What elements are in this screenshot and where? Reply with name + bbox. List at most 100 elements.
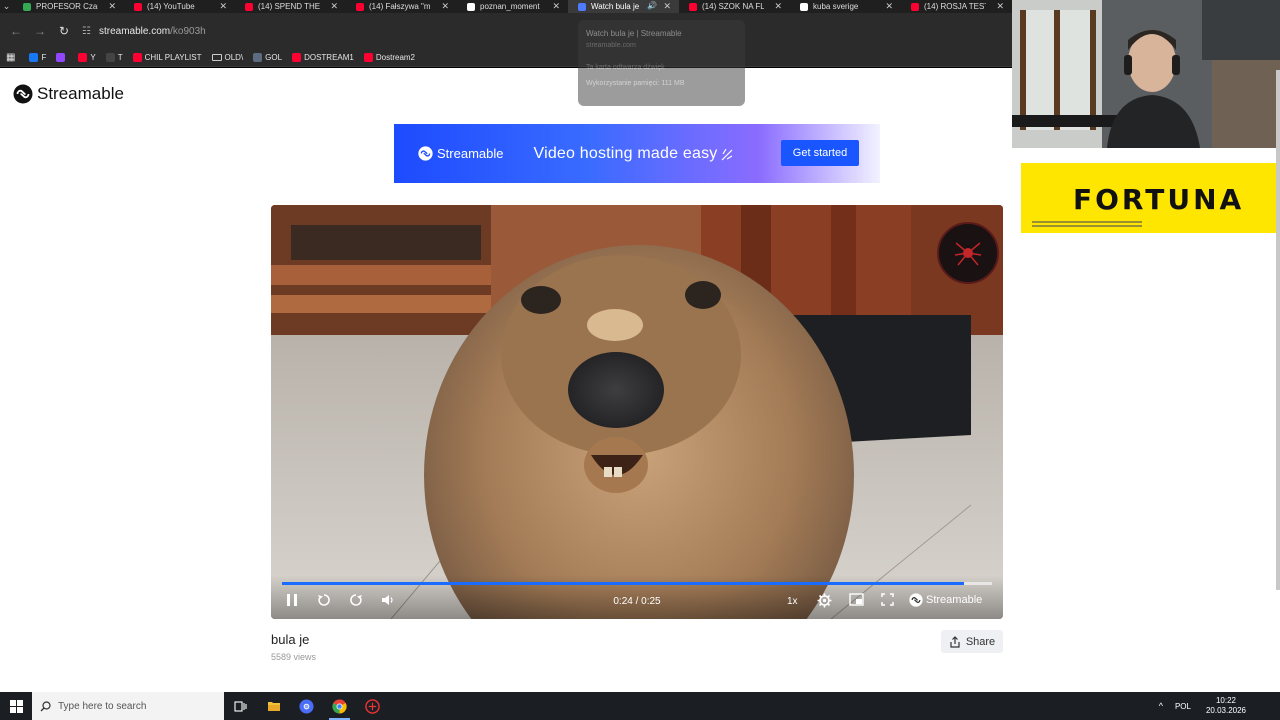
- tab-title: kuba sverige: [813, 2, 859, 11]
- bookmark-item[interactable]: GOL: [253, 53, 282, 62]
- player-brand-text: Streamable: [926, 594, 983, 606]
- back-icon[interactable]: ←: [4, 24, 28, 38]
- tab-close-icon[interactable]: ✕: [663, 1, 671, 12]
- sparkle-icon: [722, 148, 733, 160]
- bookmark-label: GOL: [265, 53, 283, 62]
- get-started-button[interactable]: Get started: [781, 140, 859, 166]
- search-placeholder: Type here to search: [58, 700, 147, 712]
- clock-date: 20.03.2026: [1205, 706, 1246, 715]
- site-info-icon[interactable]: ☷: [82, 26, 91, 37]
- tab-search-icon[interactable]: ⌄: [0, 0, 13, 13]
- streamable-logo[interactable]: Streamable: [13, 84, 124, 104]
- browser-toolbar: ← → ↻ ☷ streamable.com/ko903h: [0, 13, 1012, 49]
- tab-strip: ⌄ PROFESOR Czarn ✕ (14) YouTube ✕ (14) SPEND…: [0, 0, 1012, 13]
- bookmark-item[interactable]: T: [105, 53, 123, 62]
- tab-favicon-icon: [23, 2, 31, 11]
- bookmark-label: Dostream2: [375, 53, 415, 62]
- streamable-logo-icon: [13, 84, 33, 104]
- bookmark-label: OLD\: [224, 53, 244, 62]
- player-brand-icon: [909, 593, 923, 607]
- url-host: streamable.com: [98, 25, 171, 37]
- chrome-icon[interactable]: [290, 692, 323, 720]
- tab-title: (14) Fałszywa "m: [369, 2, 431, 11]
- chrome-active-icon[interactable]: [323, 692, 356, 720]
- picture-in-picture-icon[interactable]: [849, 593, 864, 606]
- forward-skip-icon[interactable]: [349, 593, 363, 607]
- screen: ⌄ PROFESOR Czarn ✕ (14) YouTube ✕ (14) SPEND…: [0, 0, 1280, 720]
- banner-headline: Video hosting made easy: [533, 144, 718, 162]
- taskbar-search[interactable]: Type here to search: [32, 692, 224, 720]
- tab-close-icon[interactable]: ✕: [330, 1, 338, 12]
- tab-hover-card: Watch bula je | Streamable streamable.co…: [578, 20, 745, 106]
- bookmark-item[interactable]: OLD\: [211, 53, 244, 62]
- bookmark-item[interactable]: F: [29, 53, 46, 62]
- fullscreen-icon[interactable]: [881, 593, 894, 606]
- tray-overflow-icon[interactable]: ^: [1159, 701, 1163, 711]
- tab-title: (14) YouTube: [147, 2, 195, 11]
- bookmark-favicon-icon: [363, 53, 373, 62]
- tab-title: Watch bula je: [591, 2, 640, 11]
- bookmark-favicon-icon: [78, 53, 88, 62]
- settings-gear-icon[interactable]: [817, 593, 832, 608]
- bookmark-item[interactable]: [56, 53, 68, 62]
- file-explorer-icon[interactable]: [257, 692, 290, 720]
- pause-icon[interactable]: [285, 593, 299, 607]
- bookmark-label: CHIL PLAYLIST: [144, 53, 202, 62]
- bookmark-item[interactable]: CHIL PLAYLIST: [132, 53, 202, 62]
- logo-text: Streamable: [37, 84, 124, 103]
- windows-start-icon[interactable]: [0, 692, 32, 720]
- bookmark-favicon-icon: [253, 53, 263, 62]
- reload-icon[interactable]: ↻: [52, 24, 76, 38]
- banner-logo: Streamable: [418, 146, 503, 161]
- fortuna-logo-text: FORTUNA: [1073, 183, 1245, 216]
- rewind-icon[interactable]: [317, 593, 331, 607]
- bookmark-label: Y: [90, 53, 96, 62]
- share-button[interactable]: Share: [941, 630, 1003, 653]
- browser-tab[interactable]: poznan_moment ✕: [457, 0, 568, 13]
- input-language[interactable]: POL: [1175, 702, 1191, 711]
- search-icon: [40, 700, 51, 711]
- tab-close-icon[interactable]: ✕: [441, 1, 449, 12]
- tab-favicon-icon: [800, 2, 808, 11]
- app-icon[interactable]: [356, 692, 389, 720]
- apps-grid-icon[interactable]: ▦: [6, 52, 15, 63]
- browser-tab[interactable]: PROFESOR Czarn ✕: [13, 0, 124, 13]
- browser-tab[interactable]: Watch bula je 🔊 ✕: [568, 0, 679, 13]
- tab-close-icon[interactable]: ✕: [996, 1, 1004, 12]
- bookmark-favicon-icon: [105, 53, 115, 62]
- ad-banner[interactable]: Streamable Video hosting made easy Get s…: [394, 124, 880, 183]
- player-brand[interactable]: Streamable: [909, 593, 982, 607]
- clock[interactable]: 10:22 20.03.2026: [1206, 696, 1246, 716]
- browser-tab[interactable]: (14) ROSJA TESTU ✕: [901, 0, 1012, 13]
- tab-close-icon[interactable]: ✕: [552, 1, 560, 12]
- task-view-icon[interactable]: [224, 692, 257, 720]
- video-frame: [271, 205, 1003, 619]
- video-player[interactable]: 0:24 / 0:25 1x Streamable: [271, 205, 1003, 619]
- bookmark-item[interactable]: DOSTREAM1: [292, 53, 354, 62]
- tab-favicon-icon: [578, 2, 586, 11]
- webcam-feed: [1012, 0, 1280, 148]
- progress-bar[interactable]: [282, 582, 992, 585]
- hover-card-title: Watch bula je | Streamable: [586, 29, 682, 38]
- volume-icon[interactable]: [381, 593, 395, 607]
- tab-close-icon[interactable]: ✕: [885, 1, 893, 12]
- tab-audio-icon[interactable]: 🔊: [647, 1, 657, 10]
- url-path: /ko903h: [170, 25, 206, 37]
- bookmark-item[interactable]: Dostream2: [363, 53, 415, 62]
- browser-tab[interactable]: (14) SZOK NA FL ✕: [679, 0, 790, 13]
- browser-tab[interactable]: (14) SPEND THE D ✕: [235, 0, 346, 13]
- tab-close-icon[interactable]: ✕: [108, 1, 116, 12]
- browser-tab[interactable]: (14) Fałszywa "m ✕: [346, 0, 457, 13]
- browser-tab[interactable]: (14) YouTube ✕: [124, 0, 235, 13]
- tab-close-icon[interactable]: ✕: [774, 1, 782, 12]
- browser-tab[interactable]: kuba sverige ✕: [790, 0, 901, 13]
- address-bar[interactable]: ☷ streamable.com/ko903h: [82, 18, 1002, 44]
- fortuna-ad[interactable]: FORTUNA: [1021, 163, 1280, 233]
- forward-icon[interactable]: →: [28, 24, 52, 38]
- playback-speed[interactable]: 1x: [787, 596, 798, 607]
- tab-close-icon[interactable]: ✕: [219, 1, 227, 12]
- video-views: 5589 views: [271, 652, 317, 662]
- bookmark-item[interactable]: Y: [78, 53, 96, 62]
- page-scrollbar[interactable]: [1276, 70, 1280, 590]
- banner-logo-text: Streamable: [437, 146, 504, 161]
